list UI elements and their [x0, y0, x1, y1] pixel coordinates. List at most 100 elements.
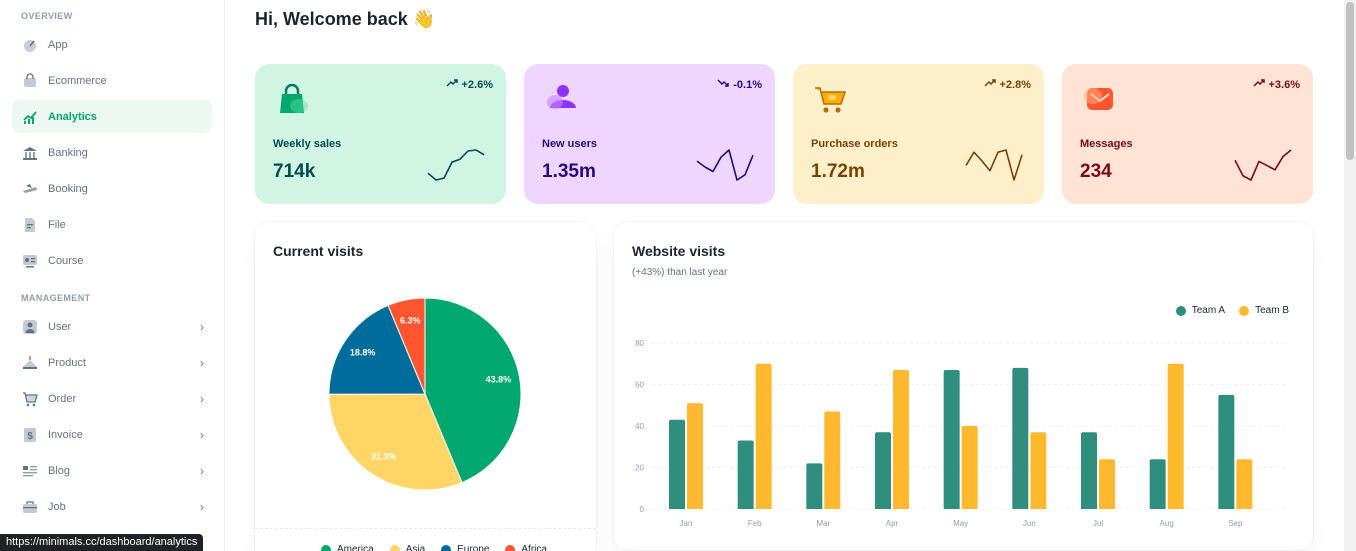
sidebar-item-product[interactable]: Product ›	[12, 346, 212, 379]
card-title: Messages	[1080, 138, 1133, 150]
legend-divider	[255, 528, 596, 529]
trending-up-icon	[983, 78, 996, 91]
bar-team-a-jan[interactable]	[669, 419, 685, 509]
trending-down-icon	[717, 78, 729, 91]
sidebar-item-job[interactable]: Job ›	[12, 490, 212, 523]
pie-data-label: 43.8%	[486, 374, 512, 384]
bar-team-a-feb[interactable]	[737, 440, 754, 509]
bar-team-a-jun[interactable]	[1012, 367, 1029, 509]
sparkline-line	[1234, 149, 1292, 181]
legend-dot	[505, 544, 516, 551]
sidebar-item-ecommerce[interactable]: Ecommerce	[12, 64, 212, 97]
y-tick-label: 0	[640, 505, 645, 514]
trending-up-icon	[1252, 78, 1265, 91]
sidebar-item-label: Analytics	[48, 110, 97, 123]
sidebar-item-booking[interactable]: Booking	[12, 172, 212, 205]
sidebar-item-course[interactable]: Course	[12, 244, 212, 277]
bar-team-b-feb[interactable]	[755, 363, 772, 509]
sparkline-chart	[1234, 149, 1292, 181]
y-tick-label: 20	[635, 464, 644, 473]
legend-label: Africa	[521, 544, 547, 551]
bar-team-b-apr[interactable]	[893, 369, 909, 509]
sidebar-item-invoice[interactable]: $ Invoice ›	[12, 418, 212, 451]
bar-team-b-jul[interactable]	[1099, 459, 1115, 509]
analytics-icon	[22, 109, 38, 125]
page-scrollbar[interactable]	[1344, 0, 1356, 551]
bar-team-a-sep[interactable]	[1218, 394, 1235, 509]
card-value: 1.72m	[811, 161, 865, 182]
x-tick-label: Jun	[1023, 519, 1036, 528]
bar-team-b-mar[interactable]	[824, 411, 841, 509]
management-header: MANAGEMENT	[21, 293, 91, 303]
chevron-right-icon: ›	[200, 500, 204, 514]
product-icon	[22, 355, 38, 371]
shopping-cart-icon	[811, 80, 849, 118]
bar-team-a-aug[interactable]	[1149, 459, 1166, 509]
current-visits-panel: Current visits 43.8% 31.3% 18.8% 6.3% Ameri…	[255, 222, 596, 551]
sidebar-item-blog[interactable]: Blog ›	[12, 454, 212, 487]
bar-team-b-may[interactable]	[961, 426, 978, 509]
sidebar: OVERVIEW App Ecommerce Analytics Banking Boo…	[0, 0, 225, 551]
page-title: Hi, Welcome back 👋	[255, 9, 436, 29]
user-icon	[22, 319, 38, 335]
sidebar-item-label: Blog	[48, 464, 71, 477]
chevron-right-icon: ›	[200, 392, 204, 406]
bar-team-a-apr[interactable]	[875, 432, 891, 509]
legend-item-asia[interactable]: Asia	[389, 544, 426, 551]
chevron-right-icon: ›	[200, 320, 204, 334]
sidebar-item-label: User	[48, 320, 72, 333]
sidebar-item-user[interactable]: User ›	[12, 310, 212, 343]
overview-header: OVERVIEW	[21, 11, 73, 21]
x-tick-label: Apr	[886, 519, 899, 528]
y-tick-label: 40	[635, 422, 644, 431]
bar-team-b-jan[interactable]	[687, 403, 703, 509]
sidebar-item-label: Order	[48, 392, 77, 405]
sidebar-item-file[interactable]: File	[12, 208, 212, 241]
legend-dot	[321, 544, 331, 551]
pie-legend: America Asia Europe Africa	[321, 544, 547, 551]
sparkline-line	[427, 149, 485, 181]
bar-team-a-mar[interactable]	[806, 463, 823, 509]
svg-text:$: $	[27, 431, 33, 442]
invoice-icon: $	[22, 427, 38, 443]
summary-card-weekly-sales: +2.6% Weekly sales 714k	[255, 64, 506, 204]
x-tick-label: Feb	[748, 519, 762, 528]
sidebar-item-label: Course	[48, 254, 84, 267]
legend-label: America	[337, 544, 374, 551]
summary-card-new-users: -0.1% New users 1.35m	[524, 64, 775, 204]
sidebar-item-banking[interactable]: Banking	[12, 136, 212, 169]
bar-team-b-sep[interactable]	[1236, 459, 1253, 509]
mail-icon	[1080, 80, 1118, 118]
legend-item-europe[interactable]: Europe	[441, 544, 489, 551]
sidebar-item-order[interactable]: Order ›	[12, 382, 212, 415]
chevron-right-icon: ›	[200, 464, 204, 478]
trend-percentage: -0.1%	[733, 78, 762, 91]
legend-item-africa[interactable]: Africa	[505, 544, 547, 551]
legend-item-america[interactable]: America	[321, 544, 374, 551]
bar-team-a-may[interactable]	[943, 369, 960, 509]
legend-label: Asia	[405, 544, 426, 551]
sparkline-chart	[696, 149, 754, 181]
bar-team-a-jul[interactable]	[1081, 432, 1097, 509]
y-tick-label: 80	[635, 339, 644, 348]
shopping-bag-icon	[273, 80, 311, 118]
sparkline-chart	[427, 149, 485, 181]
summary-card-purchase-orders: +2.8% Purchase orders 1.72m	[793, 64, 1044, 204]
x-tick-label: Sep	[1228, 519, 1243, 528]
card-title: New users	[542, 138, 598, 150]
bar-team-b-aug[interactable]	[1167, 363, 1184, 509]
x-tick-label: May	[953, 519, 968, 528]
trend-percentage: +2.6%	[461, 78, 494, 91]
y-tick-label: 60	[635, 381, 644, 390]
scrollbar-thumb[interactable]	[1346, 2, 1354, 160]
pie-data-label: 31.3%	[371, 451, 397, 461]
sidebar-item-app[interactable]: App	[12, 28, 212, 61]
legend-dot	[441, 544, 452, 551]
sidebar-item-analytics[interactable]: Analytics	[12, 100, 212, 133]
sidebar-item-label: Ecommerce	[48, 74, 107, 87]
bar-team-b-jun[interactable]	[1030, 432, 1047, 509]
trend-percentage: +3.6%	[1268, 78, 1301, 91]
banking-icon	[22, 145, 38, 161]
job-icon	[22, 499, 38, 515]
x-tick-label: Jul	[1093, 519, 1103, 528]
